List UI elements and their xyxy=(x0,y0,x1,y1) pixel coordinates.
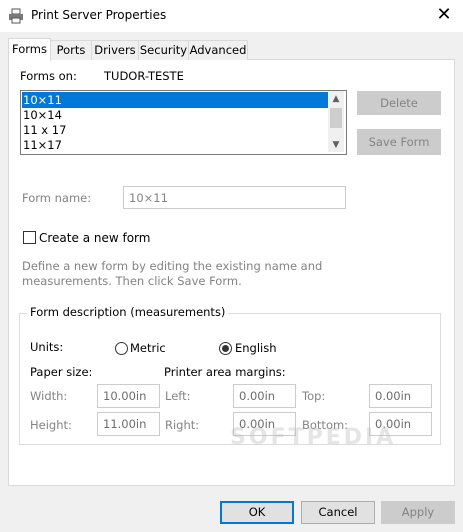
help-text: Define a new form by editing the existin… xyxy=(22,259,323,273)
printer-margins-label: Printer area margins: xyxy=(164,365,286,379)
server-name: TUDOR-TESTE xyxy=(104,69,184,83)
printer-icon xyxy=(9,8,23,24)
list-item[interactable]: 11 x 17 xyxy=(23,123,66,138)
height-field[interactable]: 11.00in xyxy=(97,412,160,436)
tab-advanced[interactable]: Advanced xyxy=(188,40,248,60)
tab-ports[interactable]: Ports xyxy=(50,40,92,60)
tab-forms[interactable]: Forms xyxy=(8,38,51,61)
metric-label[interactable]: Metric xyxy=(130,341,166,355)
units-label: Units: xyxy=(30,340,64,354)
forms-on-label: Forms on: xyxy=(20,69,77,83)
create-new-form-label[interactable]: Create a new form xyxy=(39,231,150,245)
form-name-field[interactable]: 10×11 xyxy=(123,186,346,209)
apply-button[interactable]: Apply xyxy=(381,501,455,524)
chevron-up-icon[interactable]: ▲ xyxy=(330,93,342,105)
group-title: Form description (measurements) xyxy=(27,305,229,319)
radio-selected-dot xyxy=(222,345,229,352)
left-field[interactable]: 0.00in xyxy=(233,384,296,408)
form-name-label: Form name: xyxy=(22,191,92,205)
paper-size-label: Paper size: xyxy=(30,365,93,379)
ok-button[interactable]: OK xyxy=(220,501,294,524)
top-label: Top: xyxy=(302,389,326,403)
window-title: Print Server Properties xyxy=(31,8,167,22)
list-item[interactable]: 10×11 xyxy=(23,93,62,108)
height-label: Height: xyxy=(30,418,72,432)
right-label: Right: xyxy=(165,418,200,432)
tab-drivers[interactable]: Drivers xyxy=(91,40,139,60)
forms-listbox[interactable]: 10×11 10×14 11 x 17 11×17 xyxy=(20,90,347,155)
tab-security[interactable]: Security xyxy=(138,40,189,60)
close-icon[interactable]: ✕ xyxy=(431,3,457,27)
list-item[interactable]: 11×17 xyxy=(23,138,62,153)
list-selection-highlight xyxy=(22,92,330,108)
metric-radio[interactable] xyxy=(115,342,128,355)
save-form-button[interactable]: Save Form xyxy=(357,129,441,155)
delete-button[interactable]: Delete xyxy=(357,91,441,115)
english-label[interactable]: English xyxy=(235,341,277,355)
scroll-thumb[interactable] xyxy=(330,108,342,128)
top-field[interactable]: 0.00in xyxy=(369,384,432,408)
watermark: SOFTPEDIA xyxy=(230,425,397,450)
english-radio[interactable] xyxy=(219,342,232,355)
chevron-down-icon[interactable]: ▼ xyxy=(330,139,342,151)
width-field[interactable]: 10.00in xyxy=(97,384,160,408)
create-new-form-checkbox[interactable] xyxy=(23,231,36,244)
cancel-button[interactable]: Cancel xyxy=(301,501,375,524)
left-label: Left: xyxy=(165,389,191,403)
width-label: Width: xyxy=(30,389,68,403)
help-text: measurements. Then click Save Form. xyxy=(22,274,242,288)
list-item[interactable]: 10×14 xyxy=(23,108,62,123)
